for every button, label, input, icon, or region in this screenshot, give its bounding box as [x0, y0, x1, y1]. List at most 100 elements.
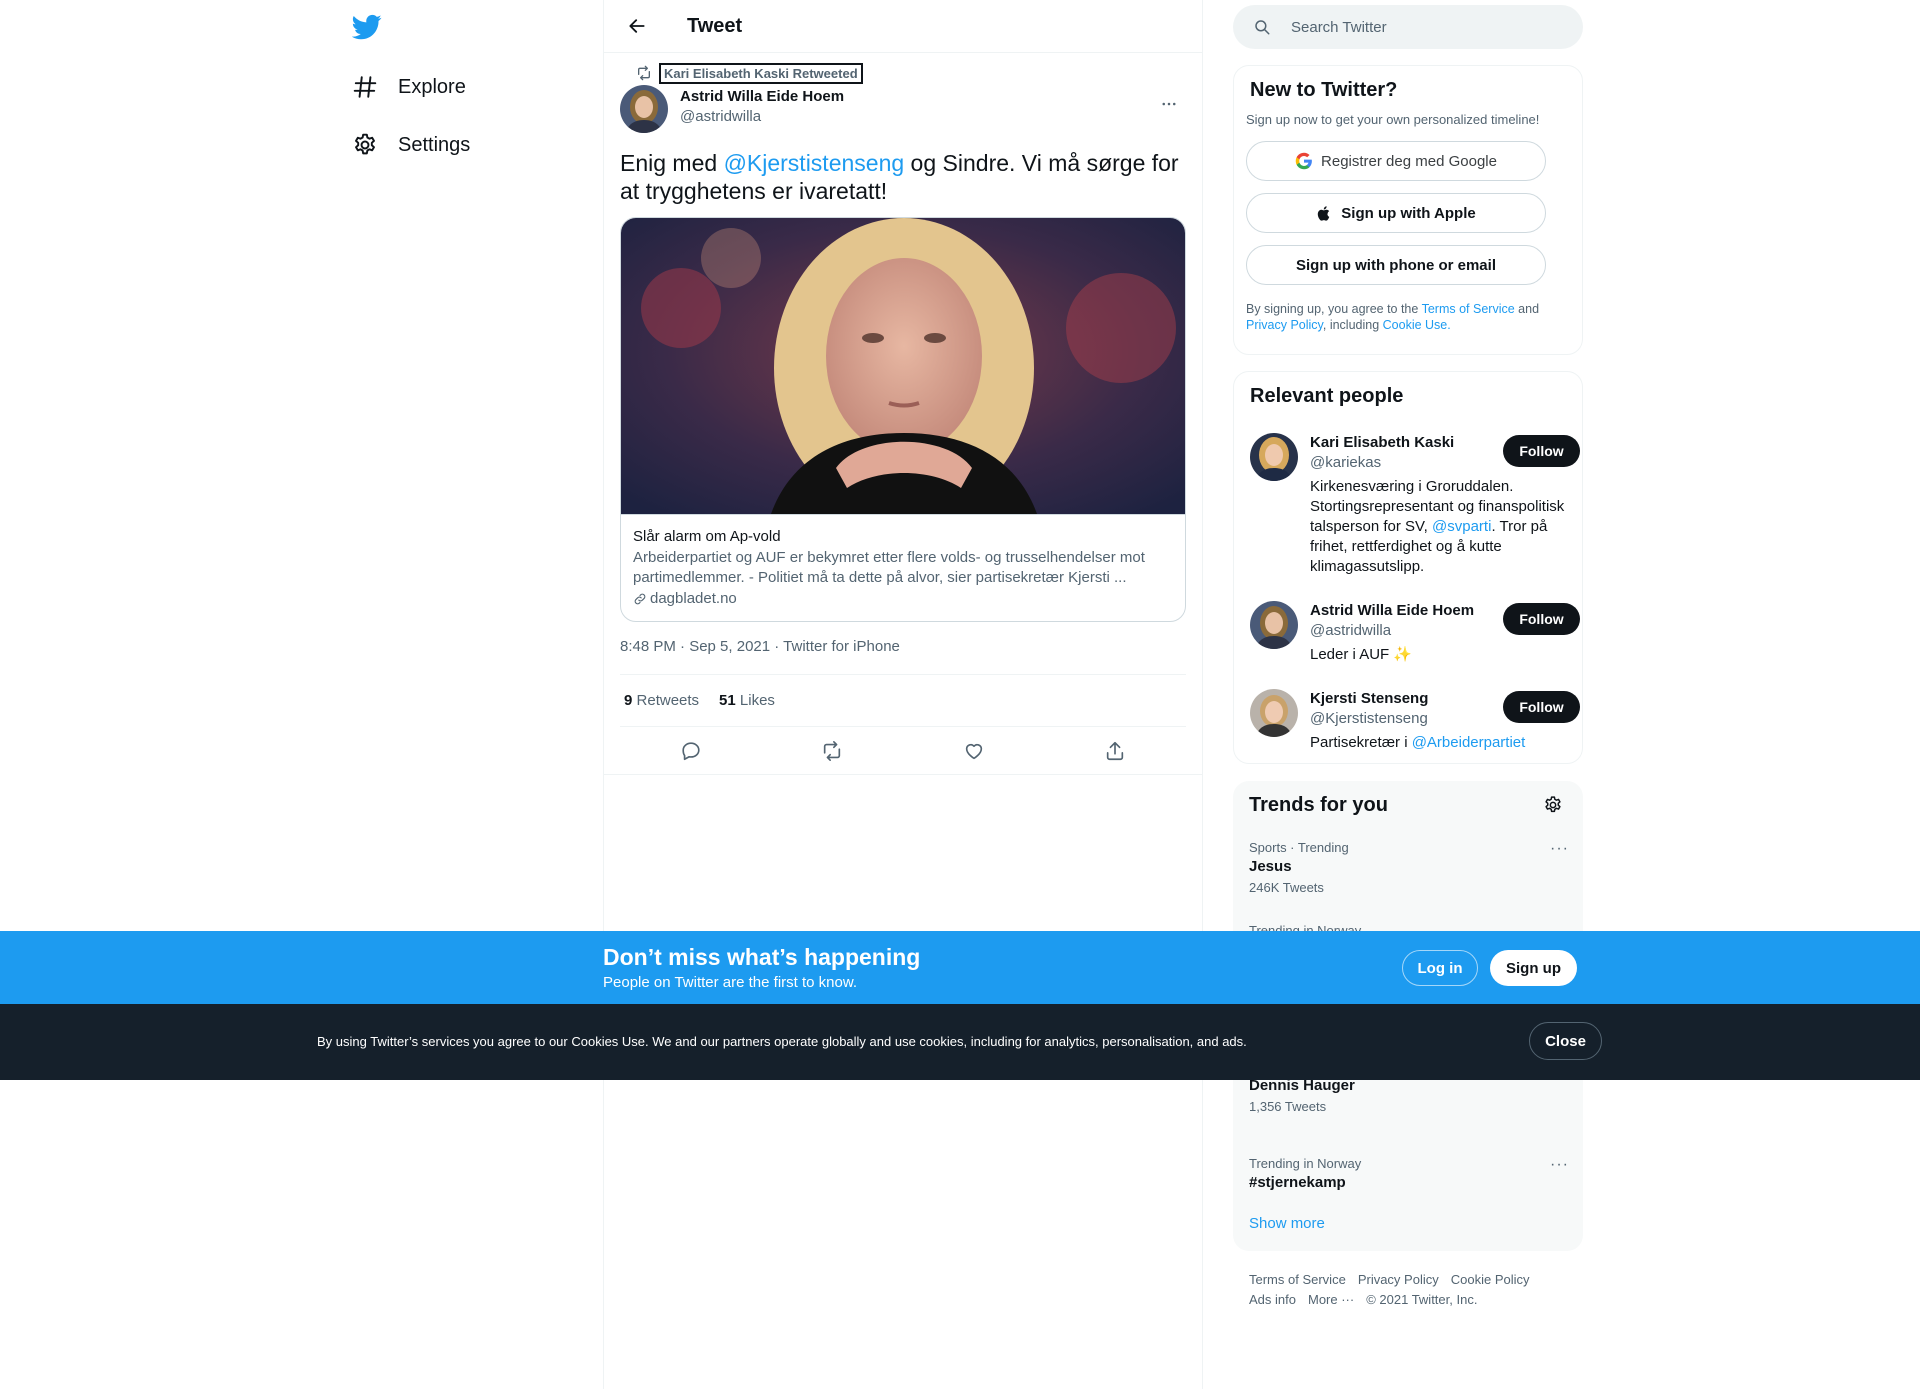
follow-button[interactable]: Follow [1503, 435, 1580, 467]
bio-mention-link[interactable]: @Arbeiderpartiet [1412, 734, 1526, 751]
retweet-icon [824, 740, 841, 761]
trend-more-button[interactable]: ··· [1550, 840, 1569, 858]
trend-name: #stjernekamp [1249, 1174, 1346, 1191]
footer-cookie-link[interactable]: Cookie Policy [1451, 1270, 1530, 1290]
cookie-consent-text: By using Twitter’s services you agree to… [317, 1034, 1247, 1049]
trend-count: 246K Tweets [1249, 880, 1324, 895]
search-input[interactable] [1291, 18, 1551, 36]
trends-title: Trends for you [1249, 794, 1388, 816]
show-more-link[interactable]: Show more [1249, 1215, 1325, 1232]
retweeted-by-link[interactable]: Kari Elisabeth Kaski Retweeted [659, 62, 863, 84]
legal-text-3: , including [1322, 318, 1383, 332]
author-avatar[interactable] [620, 85, 668, 133]
hashtag-icon [353, 76, 377, 98]
footer-terms-link[interactable]: Terms of Service [1249, 1270, 1346, 1290]
signup-panel: New to Twitter? Sign up now to get your … [1233, 65, 1583, 355]
back-button[interactable] [620, 9, 654, 43]
trend-item[interactable]: Dennis Hauger 1,356 Tweets [1249, 1075, 1567, 1115]
signup-panel-title: New to Twitter? [1250, 79, 1398, 101]
person-handle[interactable]: @Kjerstistenseng [1310, 709, 1428, 729]
google-signup-button[interactable]: Registrer deg med Google [1246, 141, 1546, 181]
follow-button[interactable]: Follow [1503, 691, 1580, 723]
person-avatar[interactable] [1250, 433, 1298, 481]
retweets-stat[interactable]: 9 Retweets [624, 692, 699, 709]
person-name[interactable]: Astrid Willa Eide Hoem [1310, 601, 1474, 621]
retweets-label: Retweets [636, 692, 700, 709]
person-handle[interactable]: @astridwilla [1310, 621, 1391, 641]
footer-privacy-link[interactable]: Privacy Policy [1358, 1270, 1439, 1290]
follow-button[interactable]: Follow [1503, 603, 1580, 635]
tweet-stats: 9 Retweets 51 Likes [620, 675, 1186, 727]
gear-icon [1545, 796, 1561, 813]
apple-signup-button[interactable]: Sign up with Apple [1246, 193, 1546, 233]
nav-settings[interactable]: Settings [352, 125, 470, 165]
trends-settings-button[interactable] [1543, 795, 1565, 817]
sparkles-emoji: ✨ [1393, 646, 1413, 663]
person-avatar[interactable] [1250, 689, 1298, 737]
person-name[interactable]: Kari Elisabeth Kaski [1310, 433, 1454, 453]
google-signup-label: Registrer deg med Google [1321, 152, 1497, 170]
trend-item[interactable]: Trending in Norway #stjernekamp ··· [1249, 1156, 1569, 1193]
person-handle[interactable]: @kariekas [1310, 453, 1381, 473]
retweet-context: Kari Elisabeth Kaski Retweeted [620, 62, 1186, 84]
like-button[interactable] [955, 732, 993, 770]
share-icon [1107, 741, 1124, 760]
terms-of-service-link[interactable]: Terms of Service [1422, 302, 1515, 316]
person-bio: Kirkenesværing i Groruddalen. Stortingsr… [1310, 477, 1572, 577]
card-image[interactable] [621, 218, 1185, 514]
card-domain: dagbladet.no [633, 589, 1173, 609]
more-dots-icon [1162, 102, 1176, 106]
page-title: Tweet [687, 14, 743, 37]
reply-button[interactable] [672, 732, 710, 770]
sign-up-button[interactable]: Sign up [1490, 950, 1577, 986]
phone-email-signup-button[interactable]: Sign up with phone or email [1246, 245, 1546, 285]
trend-more-button[interactable]: ··· [1550, 1156, 1569, 1174]
card-title: Slår alarm om Ap-vold [633, 528, 781, 545]
person-bio: Leder i AUF ✨ [1310, 645, 1572, 665]
footer-ads-info-link[interactable]: Ads info [1249, 1290, 1296, 1310]
cookie-use-link[interactable]: Cookie Use. [1383, 318, 1451, 332]
privacy-policy-link[interactable]: Privacy Policy [1246, 318, 1323, 332]
apple-icon [1318, 205, 1330, 221]
trend-count: 1,356 Tweets [1249, 1099, 1327, 1114]
twitter-logo-icon[interactable] [351, 12, 382, 42]
gear-icon [355, 133, 375, 155]
apple-signup-label: Sign up with Apple [1341, 204, 1476, 222]
link-card[interactable]: Slår alarm om Ap-vold Arbeiderpartiet og… [620, 217, 1186, 622]
trend-meta: Sports · Trending [1249, 840, 1349, 855]
author-name[interactable]: Astrid Willa Eide Hoem [680, 87, 844, 107]
retweet-icon [638, 65, 650, 81]
nav-settings-label: Settings [398, 133, 471, 156]
share-button[interactable] [1096, 732, 1134, 770]
card-body: Slår alarm om Ap-vold Arbeiderpartiet og… [621, 514, 1185, 621]
close-cookie-button[interactable]: Close [1529, 1022, 1602, 1060]
tweet-actions [604, 727, 1202, 775]
trend-meta: Trending in Norway [1249, 1156, 1362, 1171]
likes-stat[interactable]: 51 Likes [719, 692, 775, 709]
author-handle[interactable]: @astridwilla [680, 107, 844, 127]
login-prompt-title: Don’t miss what’s happening [603, 944, 921, 970]
person-name[interactable]: Kjersti Stenseng [1310, 689, 1428, 709]
link-icon [634, 593, 646, 605]
signup-panel-subtitle: Sign up now to get your own personalized… [1246, 112, 1540, 127]
retweet-button[interactable] [813, 732, 851, 770]
person-avatar[interactable] [1250, 601, 1298, 649]
nav-explore[interactable]: Explore [352, 67, 466, 107]
search-icon [1255, 20, 1270, 35]
search-bar[interactable] [1233, 5, 1583, 49]
trend-item[interactable]: Sports · Trending Jesus 246K Tweets ··· [1249, 840, 1569, 896]
more-options-button[interactable] [1152, 87, 1186, 121]
mention-link[interactable]: @Kjerstistenseng [724, 150, 905, 176]
heart-icon [965, 743, 982, 759]
likes-label: Likes [739, 692, 775, 709]
tweet-timestamp[interactable]: 8:48 PM · Sep 5, 2021 · Twitter for iPho… [620, 638, 1186, 658]
log-in-button[interactable]: Log in [1402, 950, 1478, 986]
cookie-consent-bar: By using Twitter’s services you agree to… [0, 1004, 1920, 1080]
likes-count: 51 [719, 692, 736, 709]
nav-explore-label: Explore [398, 75, 466, 98]
tweet-author: Astrid Willa Eide Hoem @astridwilla [620, 85, 1186, 135]
bio-mention-link[interactable]: @svparti [1432, 518, 1491, 535]
footer-more-button[interactable]: More ··· [1308, 1290, 1354, 1310]
person-bio: Partisekretær i @Arbeiderpartiet [1310, 733, 1572, 753]
card-domain-text: dagbladet.no [650, 590, 737, 607]
